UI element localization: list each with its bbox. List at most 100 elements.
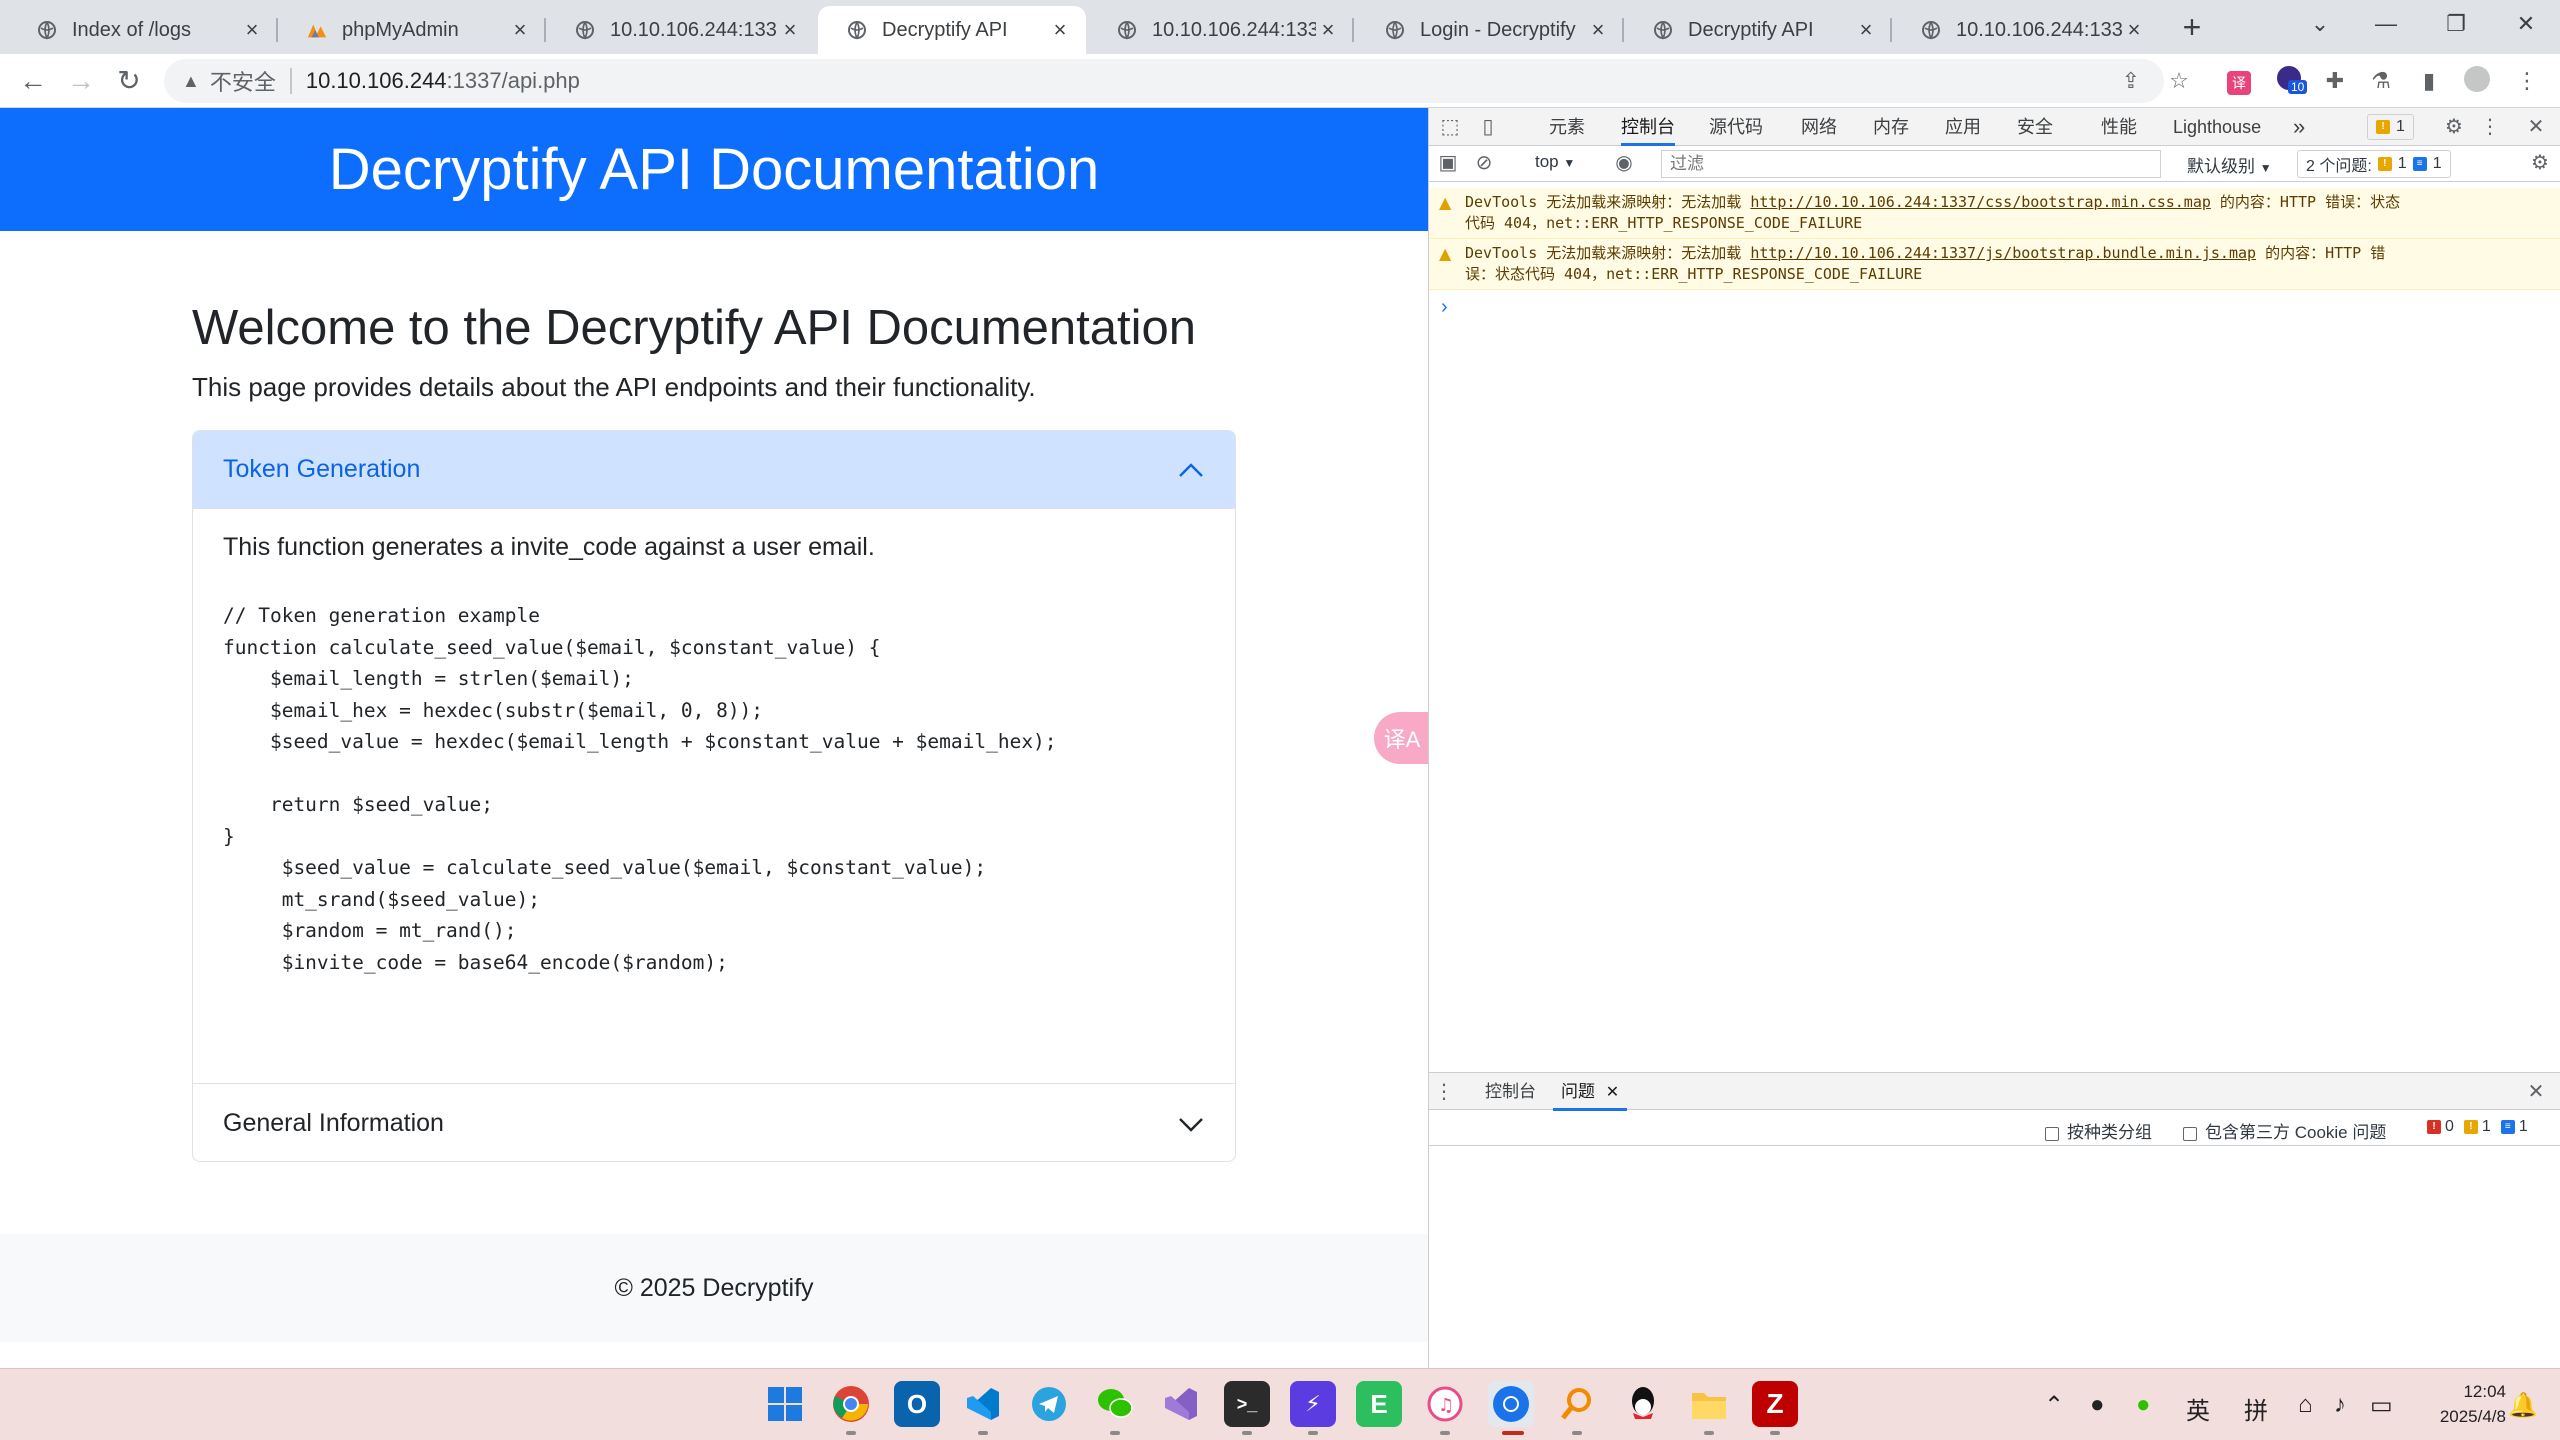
translate-extension-icon[interactable]: 译 [2224,66,2254,96]
close-devtools-icon[interactable]: ✕ [2523,114,2549,140]
close-tab-icon[interactable]: ✕ [1606,1084,1619,1101]
more-tabs-icon[interactable]: » [2293,108,2305,146]
chrome-icon[interactable] [1488,1381,1534,1427]
minimize-button[interactable]: — [2366,6,2406,42]
devtools-menu-icon[interactable]: ⋮ [2477,114,2503,140]
battery-icon[interactable]: ▭ [2370,1391,2393,1420]
sidebar-toggle-icon[interactable]: ▣ [1435,150,1461,176]
browser-tab[interactable]: Login - Decryptify × [1356,6,1624,54]
ime-mode-indicator[interactable]: 拼 [2244,1391,2268,1426]
tab-close-icon[interactable]: × [240,18,264,42]
side-panel-icon[interactable]: ▮ [2414,66,2444,96]
tab-close-icon[interactable]: × [1048,18,1072,42]
log-level-dropdown[interactable]: 默认级别 ▼ [2187,152,2272,177]
device-toolbar-icon[interactable]: ▯ [1475,114,1501,140]
group-by-kind-checkbox[interactable]: 按种类分组 [2045,1118,2152,1143]
wechat-icon[interactable] [1092,1381,1138,1427]
tab-close-icon[interactable]: × [1854,18,1878,42]
issues-counter[interactable]: 2 个问题: ! 1 ≡ 1 [2297,150,2451,178]
drawer-tab-issues[interactable]: 问题 ✕ [1553,1073,1628,1111]
evernote-icon[interactable]: E [1356,1381,1402,1427]
security-status[interactable]: 不安全 [210,65,276,97]
accordion-header-token-generation[interactable]: Token Generation [193,431,1235,509]
tab-close-icon[interactable]: × [2122,18,2146,42]
devtools-tab-performance[interactable]: 性能 [2101,108,2137,146]
console-warning-message: ▲ DevTools 无法加载来源映射：无法加载 http://10.10.10… [1429,239,2560,290]
browser-tab-active[interactable]: Decryptify API × [818,6,1086,54]
devtools-tab-network[interactable]: 网络 [1801,108,1837,146]
profile-avatar-icon[interactable] [2462,66,2492,96]
qq-tray-icon[interactable]: ● [2090,1391,2105,1419]
ime-language-indicator[interactable]: 英 [2186,1391,2210,1426]
drawer-menu-icon[interactable]: ⋮ [1431,1079,1457,1105]
close-drawer-icon[interactable]: ✕ [2523,1079,2549,1105]
browser-tab[interactable]: 10.10.106.244:1337/ × [546,6,816,54]
extensions-puzzle-icon[interactable]: ✚ [2320,66,2350,96]
devtools-tab-sources[interactable]: 源代码 [1709,108,1763,146]
filezilla-icon[interactable]: Z [1752,1381,1798,1427]
restore-button[interactable]: ❐ [2436,6,2476,42]
close-window-button[interactable]: ✕ [2506,6,2546,42]
chrome-icon[interactable] [828,1381,874,1427]
devtools-tab-memory[interactable]: 内存 [1873,108,1909,146]
clear-console-icon[interactable]: ⊘ [1471,150,1497,176]
search-icon[interactable] [1554,1381,1600,1427]
warning-counter[interactable]: ! 1 [2367,114,2414,140]
vscode-icon[interactable] [960,1381,1006,1427]
tab-close-icon[interactable]: × [778,18,802,42]
extension-icon[interactable]: 10 [2274,66,2308,96]
reload-button[interactable]: ↻ [112,64,146,98]
tab-search-chevron-icon[interactable]: ⌄ [2300,6,2340,42]
context-selector[interactable]: top ▼ [1535,152,1575,172]
share-icon[interactable]: ⇪ [2116,66,2146,96]
console-prompt[interactable]: › [1441,296,1448,319]
devtools-tab-application[interactable]: 应用 [1945,108,1981,146]
telegram-icon[interactable] [1026,1381,1072,1427]
browser-tab[interactable]: phpMyAdmin × [278,6,546,54]
outlook-icon[interactable]: O [894,1381,940,1427]
tab-close-icon[interactable]: × [1586,18,1610,42]
terminal-icon[interactable]: >_ [1224,1381,1270,1427]
settings-gear-icon[interactable]: ⚙ [2441,114,2467,140]
forward-button[interactable]: → [64,64,98,98]
devtools-tab-elements[interactable]: 元素 [1549,108,1585,146]
devtools-tab-security[interactable]: 安全 [2017,108,2053,146]
inspect-element-icon[interactable]: ⬚ [1437,114,1463,140]
powertoys-icon[interactable]: ⚡ [1290,1381,1336,1427]
network-icon[interactable]: ⌂ [2298,1391,2313,1419]
lab-flask-icon[interactable]: ⚗ [2366,66,2396,96]
source-map-link[interactable]: http://10.10.106.244:1337/js/bootstrap.b… [1750,244,2256,262]
browser-tab[interactable]: 10.10.106.244:1337 × [1088,6,1354,54]
start-icon[interactable] [762,1381,808,1427]
drawer-tab-console[interactable]: 控制台 [1485,1073,1536,1111]
browser-tab[interactable]: 10.10.106.244:1337/ × [1892,6,2160,54]
console-filter-input[interactable]: 过滤 [1661,150,2161,178]
qq-icon[interactable] [1620,1381,1666,1427]
translate-floating-button[interactable]: 译A [1374,712,1428,764]
tab-close-icon[interactable]: × [1316,18,1340,42]
devtools-tab-lighthouse[interactable]: Lighthouse [2173,108,2261,146]
source-map-link[interactable]: http://10.10.106.244:1337/css/bootstrap.… [1750,193,2211,211]
back-button[interactable]: ← [16,64,50,98]
devtools-tab-console[interactable]: 控制台 [1621,108,1675,146]
browser-tab[interactable]: Decryptify API × [1624,6,1892,54]
address-bar[interactable]: ▲ 不安全 10.10.106.244:1337/api.php [164,59,2164,103]
accordion-header-general-information[interactable]: General Information [193,1083,1235,1161]
show-hidden-icons-chevron-icon[interactable]: ⌃ [2044,1391,2064,1420]
wechat-tray-icon[interactable]: ● [2136,1391,2151,1419]
eye-icon[interactable]: ◉ [1611,150,1637,176]
notification-bell-icon[interactable]: 🔔 [2508,1391,2538,1420]
accordion-title: General Information [223,1109,444,1137]
tab-close-icon[interactable]: × [508,18,532,42]
browser-menu-icon[interactable]: ⋮ [2512,66,2542,96]
volume-icon[interactable]: ♪ [2334,1391,2346,1419]
include-third-party-checkbox[interactable]: 包含第三方 Cookie 问题 [2183,1118,2386,1143]
itunes-icon[interactable]: ♫ [1422,1381,1468,1427]
console-settings-gear-icon[interactable]: ⚙ [2527,150,2553,176]
browser-tab[interactable]: Index of /logs × [8,6,278,54]
new-tab-button[interactable]: + [2174,10,2210,46]
file-explorer-icon[interactable] [1686,1381,1732,1427]
visual-studio-icon[interactable] [1158,1381,1204,1427]
clock[interactable]: 12:04 2025/4/8 [2420,1379,2506,1429]
bookmark-star-icon[interactable]: ☆ [2164,66,2194,96]
